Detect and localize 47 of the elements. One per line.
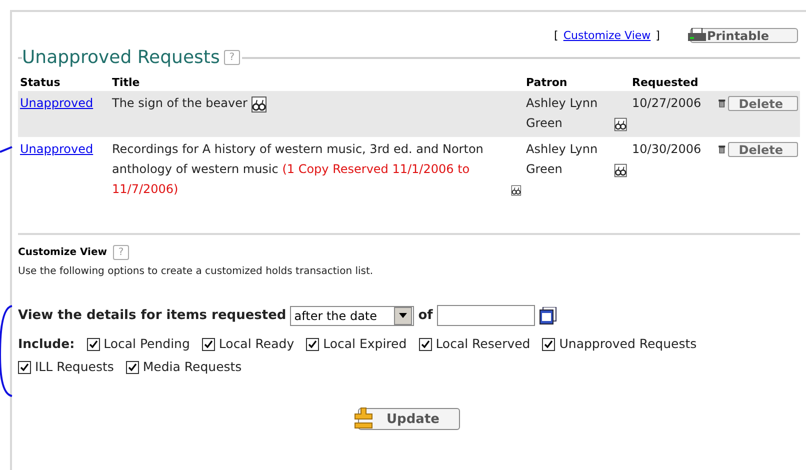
subsection-title: Customize View [18, 247, 108, 258]
checkbox[interactable] [86, 338, 100, 351]
date-filter-select[interactable]: after the date [290, 306, 414, 326]
checkbox[interactable] [306, 338, 320, 351]
item-title: Recordings for A history of western music, 3rd ed. and Norton anthology of western music (1 Copy Reserved 11/1/2006 to 11/7/2006) [112, 141, 484, 198]
item-title: The sign of the beaver [112, 95, 248, 112]
checkbox[interactable] [202, 338, 215, 351]
date-field[interactable] [436, 305, 535, 326]
column-header: Status [19, 75, 62, 91]
delete-button[interactable]: Delete [728, 96, 798, 111]
column-header: Title [111, 75, 141, 91]
description: Use the following options to create a customized holds transaction list. [18, 266, 374, 277]
request-date: 10/27/2006 [632, 96, 702, 110]
column-header: Patron [525, 75, 568, 91]
status-link[interactable]: Unapproved [20, 142, 94, 156]
option-label: Local Pending [104, 336, 190, 351]
printable-button[interactable]: Printable [690, 28, 798, 43]
section-title: Unapproved Requests [22, 47, 221, 68]
printer-icon [686, 28, 707, 44]
option-label: Local Expired [323, 336, 407, 351]
include-label: Include: [18, 336, 75, 351]
option-label: Media Requests [142, 359, 242, 374]
bracket: [ [554, 29, 558, 42]
patron-name: Ashley Lynn Green [526, 141, 599, 178]
caret-icon [399, 313, 408, 318]
glasses-icon[interactable] [614, 116, 628, 133]
details-label: View the details for items requested [18, 308, 286, 323]
calendar-icon[interactable] [538, 306, 557, 324]
glasses-icon[interactable] [251, 96, 268, 113]
option-label: Unapproved Requests [559, 336, 697, 351]
column-header: Requested [631, 75, 700, 91]
option-label: ILL Requests [35, 359, 114, 374]
request-date: 10/30/2006 [632, 142, 702, 156]
checkbox[interactable] [542, 338, 556, 351]
bracket: ] [656, 29, 660, 42]
checkbox[interactable] [126, 361, 139, 374]
update-button[interactable]: Update [358, 408, 460, 430]
customize-view-link[interactable]: Customize View [563, 29, 651, 42]
delete-button[interactable]: Delete [728, 142, 798, 157]
option-label: Local Ready [218, 336, 294, 351]
checkbox[interactable] [18, 361, 31, 374]
checkbox[interactable] [418, 338, 432, 351]
option-label: Local Reserved [436, 336, 530, 351]
glasses-icon[interactable] [614, 162, 628, 179]
of-label: of [418, 308, 433, 323]
patron-name: Ashley Lynn Green [526, 95, 599, 132]
plus-minus-icon [352, 407, 374, 431]
